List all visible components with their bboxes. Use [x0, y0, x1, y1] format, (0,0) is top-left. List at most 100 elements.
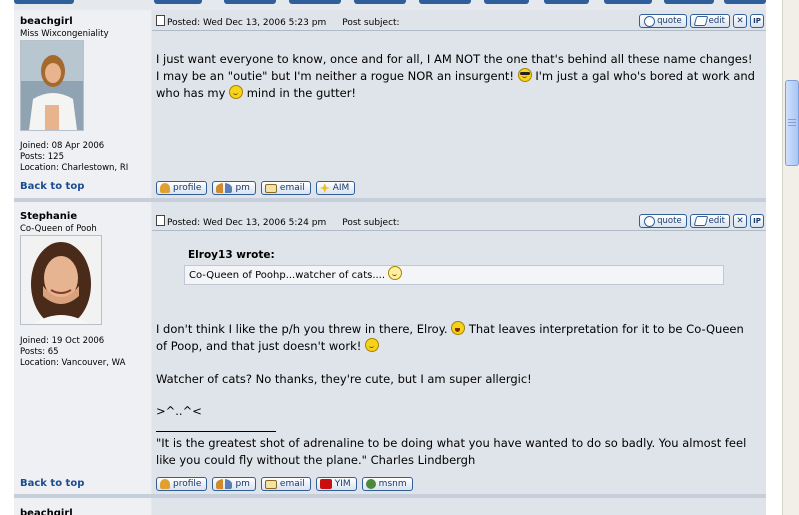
- post-actions: quote edit ✕ IP: [639, 14, 764, 28]
- post-beachgirl: beachgirl Miss Wixcongeniality Joined: 0…: [14, 10, 766, 177]
- email-button[interactable]: email: [260, 477, 311, 491]
- user-info: Joined: 19 Oct 2006 Posts: 65 Location: …: [20, 336, 125, 369]
- scrollbar-thumb[interactable]: [785, 80, 799, 166]
- yim-label: YIM: [334, 479, 351, 489]
- post-text: I just want everyone to know, once and f…: [156, 51, 756, 102]
- user-info: Joined: 08 Apr 2006 Posts: 125 Location:…: [20, 141, 128, 174]
- pm-label: pm: [235, 183, 250, 193]
- post-icon[interactable]: [156, 15, 165, 26]
- posted-date: Posted: Wed Dec 13, 2006 5:24 pm: [167, 218, 327, 228]
- user-title: Co-Queen of Pooh: [20, 224, 97, 234]
- post-text-3: mind in the gutter!: [246, 86, 357, 100]
- post-author-panel: beachgirl Miss Wixcongeniality Joined: 0…: [14, 10, 151, 177]
- vertical-scrollbar[interactable]: [782, 0, 799, 515]
- avatar: [20, 40, 84, 131]
- grin-smiley-icon: [365, 338, 379, 352]
- post-meta: Posted: Wed Dec 13, 2006 5:23 pm Post sub…: [156, 15, 400, 28]
- msnm-button[interactable]: msnm: [361, 477, 413, 491]
- next-post-right: [152, 498, 766, 515]
- post-count: Posts: 65: [20, 347, 59, 357]
- posted-date: Posted: Wed Dec 13, 2006 5:23 pm: [167, 18, 327, 28]
- pm-label: pm: [235, 479, 250, 489]
- yim-button[interactable]: YIM: [315, 477, 357, 491]
- quote-icon: [644, 15, 656, 27]
- email-icon: [264, 183, 277, 193]
- ip-label: IP: [753, 17, 761, 25]
- avatar: [20, 235, 102, 325]
- profile-button[interactable]: profile: [156, 181, 208, 195]
- aim-label: AIM: [332, 183, 350, 193]
- email-label: email: [279, 183, 305, 193]
- post-text-cats: Watcher of cats? No thanks, they're cute…: [156, 372, 532, 386]
- footer-left: Back to top: [14, 473, 151, 494]
- post-count: Posts: 125: [20, 152, 65, 162]
- post-meta: Posted: Wed Dec 13, 2006 5:24 pm Post sub…: [156, 215, 400, 228]
- pm-icon: [216, 479, 233, 489]
- profile-icon: [160, 479, 170, 489]
- top-button-strip: [14, 0, 766, 8]
- quote-button[interactable]: quote: [639, 14, 687, 28]
- contact-buttons: profile pm email AIM: [156, 181, 356, 195]
- edit-icon: [693, 216, 709, 226]
- edit-button[interactable]: edit: [689, 14, 730, 28]
- pm-button[interactable]: pm: [212, 181, 256, 195]
- email-button[interactable]: email: [260, 181, 311, 195]
- next-post-username[interactable]: beachgirl: [20, 508, 73, 515]
- pm-icon: [216, 183, 233, 193]
- cool-smiley-icon: [517, 68, 532, 82]
- email-label: email: [279, 479, 305, 489]
- join-date: Joined: 19 Oct 2006: [20, 336, 105, 346]
- delete-icon: ✕: [736, 16, 744, 26]
- profile-icon: [160, 183, 170, 193]
- delete-icon: ✕: [736, 216, 744, 226]
- post-text-1: I don't think I like the p/h you threw i…: [156, 322, 448, 336]
- username[interactable]: Stephanie: [20, 211, 77, 222]
- quote-label: quote: [657, 216, 682, 226]
- eyes-smiley-icon: [388, 266, 403, 280]
- quote-label: quote: [657, 16, 682, 26]
- aim-button[interactable]: AIM: [315, 181, 356, 195]
- ip-button[interactable]: IP: [750, 214, 764, 228]
- edit-button[interactable]: edit: [689, 214, 730, 228]
- post-subject: Post subject:: [342, 218, 400, 228]
- post-divider: [152, 30, 766, 31]
- wink-smiley-icon: [229, 85, 244, 99]
- laughing-smiley-icon: [451, 321, 466, 335]
- username[interactable]: beachgirl: [20, 16, 73, 27]
- signature-divider: [156, 431, 276, 432]
- edit-label: edit: [708, 16, 725, 26]
- edit-icon: [693, 16, 709, 26]
- back-to-top-link[interactable]: Back to top: [20, 478, 84, 489]
- join-date: Joined: 08 Apr 2006: [20, 141, 105, 151]
- location: Location: Charlestown, RI: [20, 163, 129, 173]
- post-icon[interactable]: [156, 215, 165, 226]
- email-icon: [264, 479, 277, 489]
- back-to-top-link[interactable]: Back to top: [20, 181, 84, 192]
- post-text-cat-face: >^..^<: [156, 404, 202, 418]
- quote-author: Elroy13 wrote:: [188, 249, 275, 261]
- post-footer-beachgirl: Back to top profile pm email AIM: [14, 177, 766, 198]
- post-subject: Post subject:: [342, 18, 400, 28]
- location: Location: Vancouver, WA: [20, 358, 126, 368]
- delete-button[interactable]: ✕: [733, 14, 747, 28]
- profile-button[interactable]: profile: [156, 477, 208, 491]
- profile-label: profile: [173, 479, 202, 489]
- quote-text: Co-Queen of Poohp...watcher of cats....: [189, 270, 386, 281]
- ip-label: IP: [753, 217, 761, 225]
- footer-right: profile pm email AIM: [152, 177, 766, 198]
- delete-button[interactable]: ✕: [733, 214, 747, 228]
- pm-button[interactable]: pm: [212, 477, 256, 491]
- post-text: I don't think I like the p/h you threw i…: [156, 321, 756, 355]
- footer-left: Back to top: [14, 177, 151, 198]
- footer-right: profile pm email YIM msnm: [152, 473, 766, 494]
- post-divider: [152, 230, 766, 231]
- ip-button[interactable]: IP: [750, 14, 764, 28]
- quote-box: Co-Queen of Poohp...watcher of cats....: [184, 265, 724, 285]
- quote-icon: [644, 215, 656, 227]
- quote-button[interactable]: quote: [639, 214, 687, 228]
- profile-label: profile: [173, 183, 202, 193]
- msn-icon: [365, 479, 376, 489]
- post-author-panel: Stephanie Co-Queen of Pooh Joined: 19 Oc…: [14, 202, 151, 473]
- contact-buttons: profile pm email YIM msnm: [156, 477, 413, 491]
- post-actions: quote edit ✕ IP: [639, 214, 764, 228]
